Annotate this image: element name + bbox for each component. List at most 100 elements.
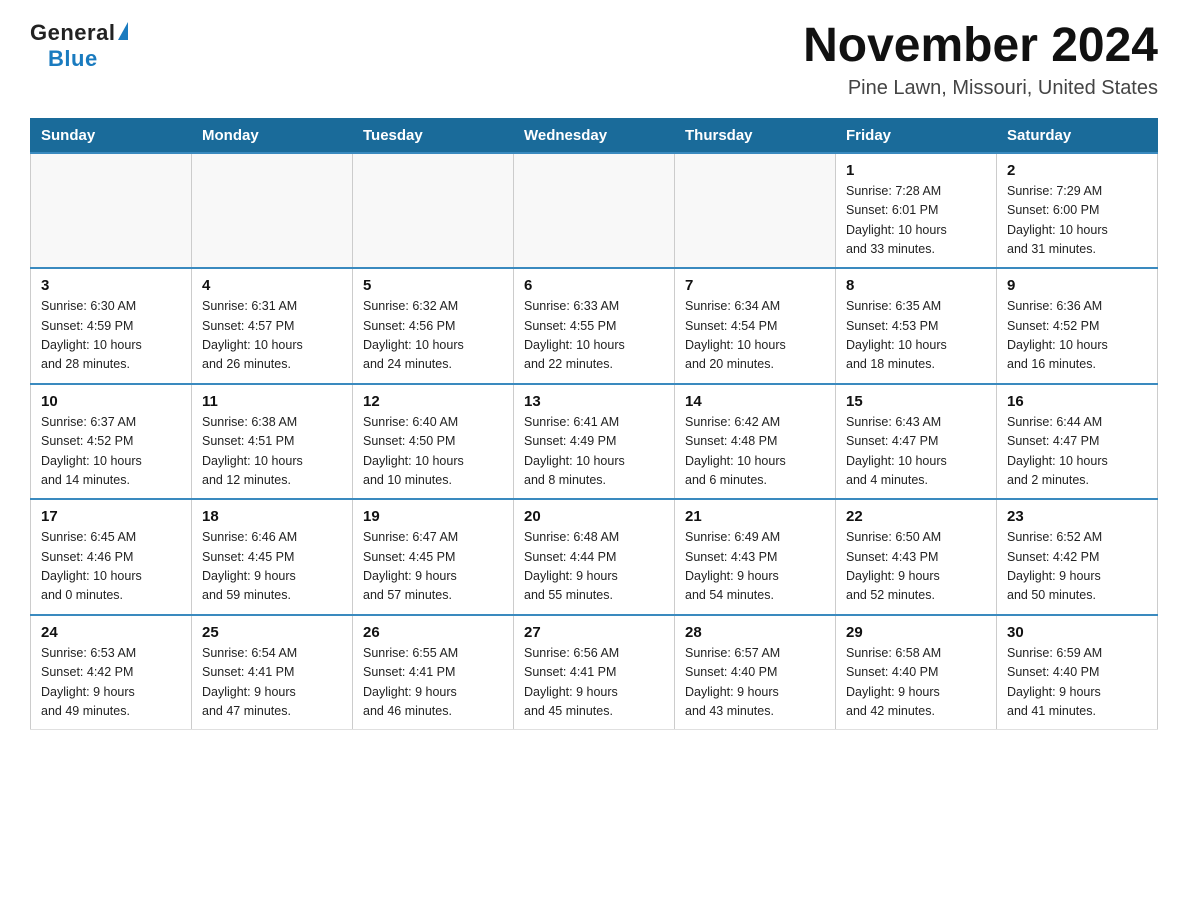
day-info: Sunrise: 7:28 AM Sunset: 6:01 PM Dayligh… — [846, 182, 986, 260]
day-number: 27 — [524, 624, 664, 641]
day-info: Sunrise: 6:58 AM Sunset: 4:40 PM Dayligh… — [846, 644, 986, 722]
day-number: 4 — [202, 277, 342, 294]
day-info: Sunrise: 6:50 AM Sunset: 4:43 PM Dayligh… — [846, 528, 986, 606]
weekday-header-tuesday: Tuesday — [353, 118, 514, 153]
day-info: Sunrise: 6:33 AM Sunset: 4:55 PM Dayligh… — [524, 297, 664, 375]
calendar-cell: 7 Sunrise: 6:34 AM Sunset: 4:54 PM Daylig… — [675, 268, 836, 384]
day-info: Sunrise: 6:32 AM Sunset: 4:56 PM Dayligh… — [363, 297, 503, 375]
day-number: 24 — [41, 624, 181, 641]
day-info: Sunrise: 6:36 AM Sunset: 4:52 PM Dayligh… — [1007, 297, 1147, 375]
calendar-cell: 14 Sunrise: 6:42 AM Sunset: 4:48 PM Dayli… — [675, 384, 836, 500]
day-info: Sunrise: 6:38 AM Sunset: 4:51 PM Dayligh… — [202, 413, 342, 491]
day-info: Sunrise: 6:31 AM Sunset: 4:57 PM Dayligh… — [202, 297, 342, 375]
logo-triangle-icon — [118, 22, 128, 40]
location-title: Pine Lawn, Missouri, United States — [803, 77, 1158, 100]
calendar-cell: 3Sunrise: 6:30 AM Sunset: 4:59 PM Daylig… — [31, 268, 192, 384]
day-number: 9 — [1007, 277, 1147, 294]
calendar-week-row: 24 Sunrise: 6:53 AM Sunset: 4:42 PM Dayli… — [31, 615, 1158, 730]
day-info: Sunrise: 6:57 AM Sunset: 4:40 PM Dayligh… — [685, 644, 825, 722]
calendar-cell: 13 Sunrise: 6:41 AM Sunset: 4:49 PM Dayli… — [514, 384, 675, 500]
calendar-cell — [192, 153, 353, 269]
title-block: November 2024 Pine Lawn, Missouri, Unite… — [803, 20, 1158, 100]
day-info: Sunrise: 6:56 AM Sunset: 4:41 PM Dayligh… — [524, 644, 664, 722]
calendar-cell: 10 Sunrise: 6:37 AM Sunset: 4:52 PM Dayli… — [31, 384, 192, 500]
day-info: Sunrise: 7:29 AM Sunset: 6:00 PM Dayligh… — [1007, 182, 1147, 260]
page-header: General Blue November 2024 Pine Lawn, Mi… — [30, 20, 1158, 100]
day-info: Sunrise: 6:49 AM Sunset: 4:43 PM Dayligh… — [685, 528, 825, 606]
day-number: 7 — [685, 277, 825, 294]
day-info: Sunrise: 6:34 AM Sunset: 4:54 PM Dayligh… — [685, 297, 825, 375]
calendar-cell: 1 Sunrise: 7:28 AM Sunset: 6:01 PM Daylig… — [836, 153, 997, 269]
day-number: 21 — [685, 508, 825, 525]
calendar-week-row: 17Sunrise: 6:45 AM Sunset: 4:46 PM Dayli… — [31, 499, 1158, 615]
day-number: 14 — [685, 393, 825, 410]
calendar-cell: 17Sunrise: 6:45 AM Sunset: 4:46 PM Dayli… — [31, 499, 192, 615]
calendar-cell: 30 Sunrise: 6:59 AM Sunset: 4:40 PM Dayli… — [997, 615, 1158, 730]
day-info: Sunrise: 6:46 AM Sunset: 4:45 PM Dayligh… — [202, 528, 342, 606]
weekday-header-thursday: Thursday — [675, 118, 836, 153]
calendar-cell — [353, 153, 514, 269]
calendar-cell: 24 Sunrise: 6:53 AM Sunset: 4:42 PM Dayli… — [31, 615, 192, 730]
calendar-week-row: 10 Sunrise: 6:37 AM Sunset: 4:52 PM Dayli… — [31, 384, 1158, 500]
calendar-cell — [514, 153, 675, 269]
day-number: 25 — [202, 624, 342, 641]
weekday-header-sunday: Sunday — [31, 118, 192, 153]
day-number: 23 — [1007, 508, 1147, 525]
calendar-cell: 20Sunrise: 6:48 AM Sunset: 4:44 PM Dayli… — [514, 499, 675, 615]
calendar-cell: 18 Sunrise: 6:46 AM Sunset: 4:45 PM Dayli… — [192, 499, 353, 615]
day-number: 29 — [846, 624, 986, 641]
calendar-cell — [31, 153, 192, 269]
day-number: 20 — [524, 508, 664, 525]
day-info: Sunrise: 6:42 AM Sunset: 4:48 PM Dayligh… — [685, 413, 825, 491]
day-info: Sunrise: 6:37 AM Sunset: 4:52 PM Dayligh… — [41, 413, 181, 491]
day-info: Sunrise: 6:47 AM Sunset: 4:45 PM Dayligh… — [363, 528, 503, 606]
day-number: 6 — [524, 277, 664, 294]
calendar-cell: 15 Sunrise: 6:43 AM Sunset: 4:47 PM Dayli… — [836, 384, 997, 500]
logo-general-text: General — [30, 20, 115, 46]
month-title: November 2024 — [803, 20, 1158, 73]
day-info: Sunrise: 6:43 AM Sunset: 4:47 PM Dayligh… — [846, 413, 986, 491]
logo-blue-text: Blue — [48, 46, 98, 72]
calendar-cell: 16Sunrise: 6:44 AM Sunset: 4:47 PM Dayli… — [997, 384, 1158, 500]
day-info: Sunrise: 6:41 AM Sunset: 4:49 PM Dayligh… — [524, 413, 664, 491]
weekday-header-saturday: Saturday — [997, 118, 1158, 153]
weekday-header-friday: Friday — [836, 118, 997, 153]
day-number: 26 — [363, 624, 503, 641]
day-info: Sunrise: 6:52 AM Sunset: 4:42 PM Dayligh… — [1007, 528, 1147, 606]
day-info: Sunrise: 6:44 AM Sunset: 4:47 PM Dayligh… — [1007, 413, 1147, 491]
calendar-cell: 28 Sunrise: 6:57 AM Sunset: 4:40 PM Dayli… — [675, 615, 836, 730]
calendar-cell: 6 Sunrise: 6:33 AM Sunset: 4:55 PM Daylig… — [514, 268, 675, 384]
calendar-cell: 4 Sunrise: 6:31 AM Sunset: 4:57 PM Daylig… — [192, 268, 353, 384]
calendar-cell — [675, 153, 836, 269]
weekday-header-monday: Monday — [192, 118, 353, 153]
calendar-cell: 8Sunrise: 6:35 AM Sunset: 4:53 PM Daylig… — [836, 268, 997, 384]
day-number: 10 — [41, 393, 181, 410]
day-number: 13 — [524, 393, 664, 410]
calendar-cell: 29 Sunrise: 6:58 AM Sunset: 4:40 PM Dayli… — [836, 615, 997, 730]
day-number: 18 — [202, 508, 342, 525]
day-number: 15 — [846, 393, 986, 410]
day-info: Sunrise: 6:53 AM Sunset: 4:42 PM Dayligh… — [41, 644, 181, 722]
day-number: 19 — [363, 508, 503, 525]
calendar-cell: 22 Sunrise: 6:50 AM Sunset: 4:43 PM Dayli… — [836, 499, 997, 615]
day-number: 1 — [846, 162, 986, 179]
calendar-cell: 26 Sunrise: 6:55 AM Sunset: 4:41 PM Dayli… — [353, 615, 514, 730]
day-number: 28 — [685, 624, 825, 641]
calendar-cell: 21 Sunrise: 6:49 AM Sunset: 4:43 PM Dayli… — [675, 499, 836, 615]
day-number: 30 — [1007, 624, 1147, 641]
weekday-header-row: SundayMondayTuesdayWednesdayThursdayFrid… — [31, 118, 1158, 153]
calendar-cell: 25Sunrise: 6:54 AM Sunset: 4:41 PM Dayli… — [192, 615, 353, 730]
calendar-cell: 2Sunrise: 7:29 AM Sunset: 6:00 PM Daylig… — [997, 153, 1158, 269]
calendar-cell: 12Sunrise: 6:40 AM Sunset: 4:50 PM Dayli… — [353, 384, 514, 500]
day-info: Sunrise: 6:59 AM Sunset: 4:40 PM Dayligh… — [1007, 644, 1147, 722]
weekday-header-wednesday: Wednesday — [514, 118, 675, 153]
day-number: 22 — [846, 508, 986, 525]
calendar-cell: 27 Sunrise: 6:56 AM Sunset: 4:41 PM Dayli… — [514, 615, 675, 730]
day-number: 3 — [41, 277, 181, 294]
day-number: 8 — [846, 277, 986, 294]
calendar-week-row: 3Sunrise: 6:30 AM Sunset: 4:59 PM Daylig… — [31, 268, 1158, 384]
day-info: Sunrise: 6:45 AM Sunset: 4:46 PM Dayligh… — [41, 528, 181, 606]
calendar-cell: 9 Sunrise: 6:36 AM Sunset: 4:52 PM Daylig… — [997, 268, 1158, 384]
day-info: Sunrise: 6:55 AM Sunset: 4:41 PM Dayligh… — [363, 644, 503, 722]
day-info: Sunrise: 6:40 AM Sunset: 4:50 PM Dayligh… — [363, 413, 503, 491]
